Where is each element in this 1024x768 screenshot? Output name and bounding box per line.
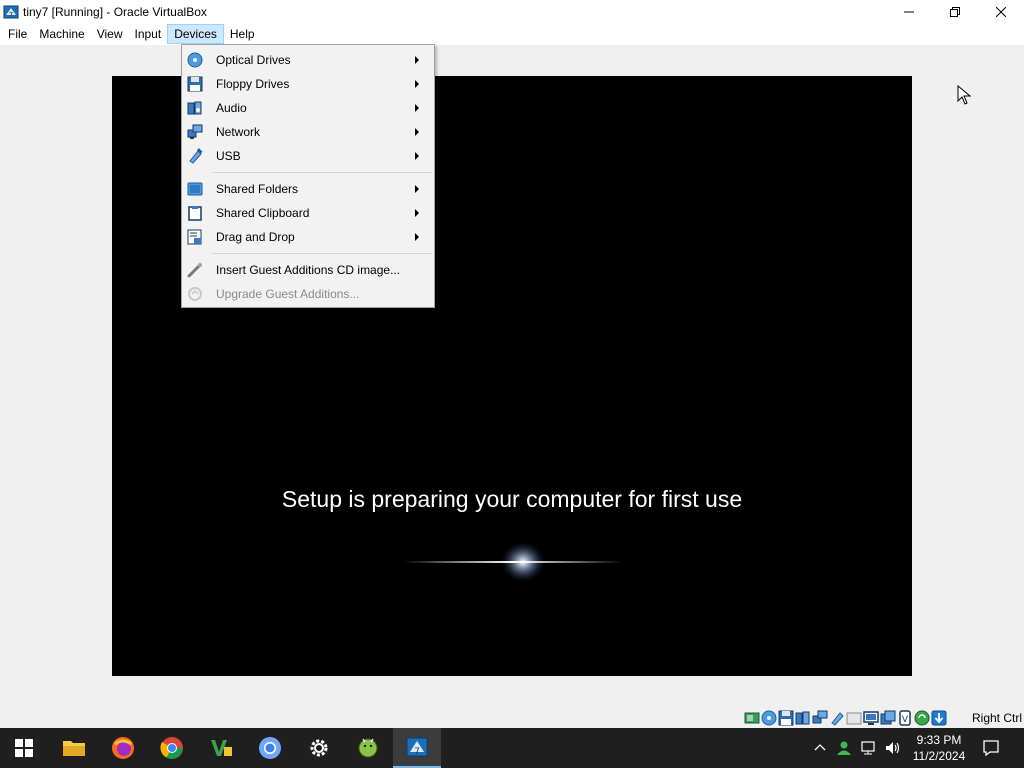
window-title: tiny7 [Running] - Oracle VirtualBox	[23, 4, 207, 19]
chrome-icon	[160, 737, 183, 759]
menu-item-usb[interactable]: USB	[182, 144, 434, 168]
menu-input[interactable]: Input	[129, 24, 168, 44]
restore-button[interactable]	[932, 0, 978, 23]
shared-folders-icon[interactable]	[846, 710, 862, 726]
chevron-right-icon	[415, 56, 419, 64]
virtualbox-icon: 7	[406, 737, 428, 757]
close-button[interactable]	[978, 0, 1024, 23]
menu-item-drag-and-drop[interactable]: Drag and Drop	[182, 225, 434, 249]
menu-devices[interactable]: Devices	[167, 24, 224, 44]
start-button[interactable]	[0, 728, 48, 768]
menu-item-shared-folders[interactable]: Shared Folders	[182, 177, 434, 201]
menu-help[interactable]: Help	[224, 24, 261, 44]
clock[interactable]: 9:33 PM 11/2/2024	[905, 732, 973, 764]
taskbar-chrome[interactable]	[148, 728, 196, 768]
upgrade-guest-additions-icon	[188, 287, 202, 301]
taskbar-chromium[interactable]	[246, 728, 294, 768]
host-key-label: Right Ctrl	[972, 711, 1023, 725]
menu-bar: File Machine View Input Devices Help	[0, 23, 1024, 45]
network-icon[interactable]	[812, 710, 828, 726]
svg-text:7: 7	[414, 747, 420, 757]
menu-separator	[212, 253, 432, 254]
shared-folders-icon	[187, 182, 203, 196]
audio-icon	[187, 101, 202, 115]
menu-item-optical-drives[interactable]: Optical Drives	[182, 48, 434, 72]
optical-drive-icon	[187, 52, 203, 68]
chevron-up-icon[interactable]	[814, 742, 826, 754]
virtualbox-app-icon: 7	[3, 4, 19, 20]
taskbar-visual-studio[interactable]	[197, 728, 245, 768]
chevron-right-icon	[415, 80, 419, 88]
mouse-cursor-icon	[957, 85, 971, 105]
taskbar-virtualbox[interactable]: 7	[393, 728, 441, 768]
recording-icon[interactable]	[880, 710, 896, 726]
taskbar-file-explorer[interactable]	[50, 728, 98, 768]
menu-item-audio[interactable]: Audio	[182, 96, 434, 120]
restore-icon	[950, 6, 960, 17]
notification-icon	[983, 740, 999, 757]
guest-additions-icon	[187, 263, 202, 278]
menu-item-upgrade-guest-additions: Upgrade Guest Additions...	[182, 282, 434, 306]
network-tray-icon[interactable]	[860, 740, 876, 756]
menu-file[interactable]: File	[2, 24, 33, 44]
devices-menu: Optical Drives Floppy Drives Audio Netwo…	[181, 44, 435, 308]
setup-message: Setup is preparing your computer for fir…	[281, 486, 743, 512]
action-center-button[interactable]	[968, 728, 1014, 768]
taskbar-firefox[interactable]	[99, 728, 147, 768]
minimize-button[interactable]	[886, 0, 932, 23]
floppy-drive-icon	[187, 76, 203, 92]
svg-text:V: V	[902, 715, 909, 725]
loading-glow-icon	[403, 542, 623, 582]
chevron-right-icon	[415, 104, 419, 112]
menu-item-insert-guest-additions[interactable]: Insert Guest Additions CD image...	[182, 258, 434, 282]
hard-disk-icon[interactable]	[744, 710, 760, 726]
windows-start-icon	[15, 739, 33, 757]
cpu-icon[interactable]: V	[897, 710, 913, 726]
title-bar: 7 tiny7 [Running] - Oracle VirtualBox	[0, 0, 1024, 23]
clock-date: 11/2/2024	[912, 749, 966, 763]
usb-icon	[189, 148, 203, 164]
android-studio-icon	[358, 738, 378, 758]
menu-view[interactable]: View	[91, 24, 129, 44]
menu-separator	[212, 172, 432, 173]
menu-item-floppy-drives[interactable]: Floppy Drives	[182, 72, 434, 96]
visual-studio-icon	[211, 740, 232, 756]
chevron-right-icon	[415, 185, 419, 193]
minimize-icon	[904, 11, 914, 12]
optical-drive-icon[interactable]	[761, 710, 777, 726]
chevron-right-icon	[415, 152, 419, 160]
settings-icon	[310, 739, 328, 757]
vm-status-bar: V Right Ctrl	[0, 708, 1024, 728]
firefox-icon	[112, 737, 134, 759]
close-icon	[996, 6, 1006, 17]
chevron-right-icon	[415, 128, 419, 136]
menu-machine[interactable]: Machine	[33, 24, 90, 44]
menu-item-shared-clipboard[interactable]: Shared Clipboard	[182, 201, 434, 225]
shared-clipboard-icon	[188, 206, 202, 221]
file-explorer-icon	[63, 741, 85, 756]
display-icon[interactable]	[863, 710, 879, 726]
network-icon	[187, 124, 203, 139]
svg-text:7: 7	[9, 11, 13, 19]
chevron-right-icon	[415, 233, 419, 241]
drag-and-drop-icon	[187, 229, 202, 245]
keyboard-icon[interactable]	[931, 710, 947, 726]
audio-icon[interactable]	[795, 710, 811, 726]
user-tray-icon[interactable]	[836, 740, 852, 756]
mouse-integration-icon[interactable]	[914, 710, 930, 726]
taskbar-android-studio[interactable]	[344, 728, 392, 768]
taskbar: 7 9:33 PM 11/2/2024	[0, 728, 1024, 768]
clock-time: 9:33 PM	[916, 733, 962, 747]
chromium-icon	[259, 737, 281, 759]
taskbar-settings[interactable]	[295, 728, 343, 768]
menu-item-network[interactable]: Network	[182, 120, 434, 144]
volume-icon[interactable]	[884, 740, 900, 756]
usb-icon[interactable]	[829, 710, 845, 726]
chevron-right-icon	[415, 209, 419, 217]
floppy-drive-icon[interactable]	[778, 710, 794, 726]
